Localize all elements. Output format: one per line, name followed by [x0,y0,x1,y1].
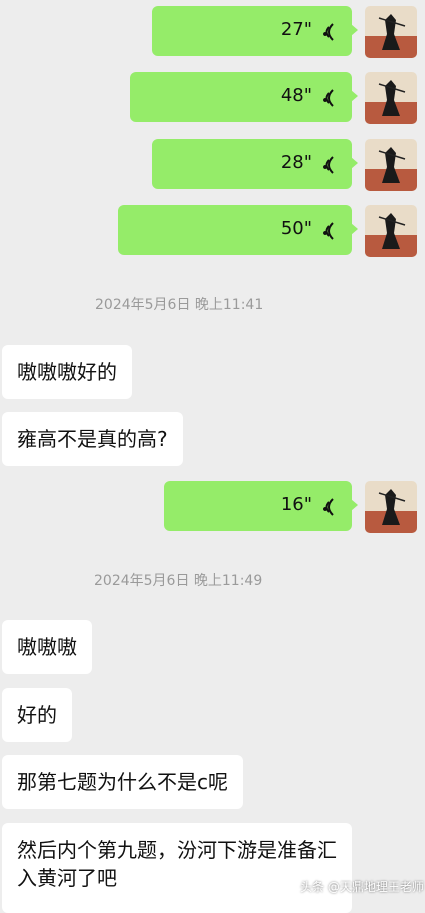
received-message-bubble[interactable]: 然后内个第九题，汾河下游是准备汇入黄河了吧 [2,823,352,913]
message-text: 那第七题为什么不是c呢 [17,770,228,794]
voice-wave-icon [323,89,334,107]
avatar-icon[interactable] [365,205,417,257]
watermark: 头条 @天鼎地理王老师 [300,880,424,894]
voice-wave-icon [323,23,334,41]
message-text: 嗷嗷嗷 [17,635,77,659]
voice-wave-icon [323,498,334,516]
voice-message-bubble[interactable]: 16" [164,481,358,531]
message-text: 好的 [17,703,57,727]
avatar-icon[interactable] [365,72,417,124]
voice-message-bubble[interactable]: 27" [152,6,358,56]
voice-duration: 28" [280,152,312,173]
voice-message-bubble[interactable]: 48" [130,72,358,122]
avatar-icon[interactable] [365,6,417,58]
voice-duration: 27" [280,19,312,40]
voice-duration: 16" [280,494,312,515]
voice-wave-icon [323,156,334,174]
received-message-bubble[interactable]: 嗷嗷嗷好的 [2,345,132,399]
message-text: 然后内个第九题，汾河下游是准备汇入黄河了吧 [17,838,337,890]
received-message-bubble[interactable]: 嗷嗷嗷 [2,620,92,674]
message-timestamp: 2024年5月6日 晚上11:41 [95,297,264,313]
voice-message-bubble[interactable]: 50" [118,205,358,255]
received-message-bubble[interactable]: 那第七题为什么不是c呢 [2,755,243,809]
avatar-icon[interactable] [365,481,417,533]
message-timestamp: 2024年5月6日 晚上11:49 [94,573,263,589]
voice-message-bubble[interactable]: 28" [152,139,358,189]
message-text: 嗷嗷嗷好的 [17,360,117,384]
message-text: 雍高不是真的高? [17,427,168,451]
voice-duration: 48" [280,85,312,106]
voice-wave-icon [323,222,334,240]
avatar-icon[interactable] [365,139,417,191]
received-message-bubble[interactable]: 雍高不是真的高? [2,412,183,466]
voice-duration: 50" [280,218,312,239]
received-message-bubble[interactable]: 好的 [2,688,72,742]
